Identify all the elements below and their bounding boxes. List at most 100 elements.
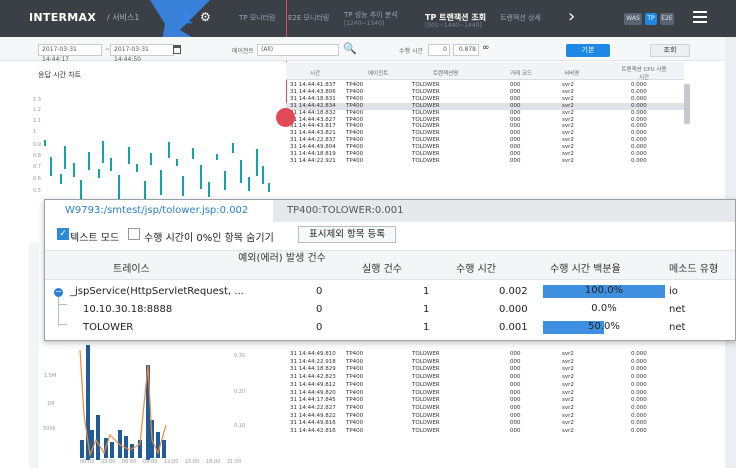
table-cell: 000 <box>510 374 521 381</box>
table-cell: TOLOWER <box>412 428 440 434</box>
nav-tp-monitoring[interactable]: TP 모니터링 <box>239 13 275 23</box>
e2e-button[interactable]: E2E <box>660 13 674 25</box>
table-cell: 0.000 <box>631 144 647 151</box>
table-row[interactable]: 31 14:44:17.845 TP400 TOLOWER 000 svr2 0.000 <box>286 397 684 404</box>
table-cell: 000 <box>510 397 521 404</box>
col-percent[interactable]: 수행 시간 백분율 <box>550 260 621 275</box>
table-cell: 000 <box>510 123 521 130</box>
scatter-point <box>200 165 202 189</box>
table-row[interactable]: 31 14:44:22.827 TP400 TOLOWER 000 svr2 0.000 <box>286 405 684 412</box>
table-row[interactable]: 31 14:44:22.921 TP400 TOLOWER 000 svr2 0.000 <box>286 158 684 165</box>
table-cell: 000 <box>510 404 521 411</box>
col-elapsed[interactable]: 수행 시간 <box>456 260 496 275</box>
table-row[interactable]: − _jspService(HttpServletRequest, ... 0 … <box>45 284 735 302</box>
agent-select[interactable]: (All) <box>257 44 339 56</box>
percent-bar: 100.0% <box>543 285 665 298</box>
popup-tab-bar: W9793:/smtest/jsp/tolower.jsp:0.002 TP40… <box>45 200 735 222</box>
table-cell: 31 14:44:49.816 <box>290 420 336 427</box>
table-row[interactable]: 31 14:44:18.829 TP400 TOLOWER 000 svr2 0.000 <box>286 366 684 373</box>
scatter-point <box>232 143 234 153</box>
table-row[interactable]: 10.10.30.18:8888 0 1 0.000 0.0% net <box>45 302 735 320</box>
method-type: net <box>669 322 686 333</box>
table-cell: 31 14:44:43.821 <box>290 130 336 137</box>
register-exclusion-button[interactable]: 표시제외 항목 등록 <box>298 226 396 243</box>
exec-from-input[interactable]: 0 <box>428 44 450 56</box>
table-row[interactable]: 31 14:44:49.812 TP400 TOLOWER 000 svr2 0.000 <box>286 382 684 389</box>
apply-button[interactable]: 기본 <box>566 44 610 57</box>
search-icon[interactable]: 🔍 <box>343 42 357 55</box>
col-server[interactable]: 서버명 <box>564 69 579 77</box>
table-cell: svr2 <box>562 412 574 419</box>
nav-transaction-detail[interactable]: 트랜잭션 상세 <box>500 13 541 23</box>
percent-text: 0.0% <box>591 303 617 314</box>
table-cell: TP400 <box>346 374 364 381</box>
table-row[interactable]: 31 14:44:49.822 TP400 TOLOWER 000 svr2 0.000 <box>286 413 684 420</box>
col-cpu-time[interactable]: 트랜잭션 CPU 사용 시간 <box>619 65 669 81</box>
table-row[interactable]: 31 14:44:49.816 TP400 TOLOWER 000 svr2 0.000 <box>286 420 684 427</box>
table-cell: svr2 <box>562 116 574 123</box>
table-cell: 0.000 <box>631 157 647 164</box>
col-txn-name[interactable]: 트랜잭션명 <box>433 69 458 77</box>
hide-zero-checkbox[interactable] <box>128 228 140 240</box>
nav-e2e-monitoring[interactable]: E2E 모니터링 <box>288 13 329 23</box>
table-cell: TOLOWER <box>412 358 440 365</box>
table-cell: svr2 <box>562 358 574 365</box>
percent-text: 50.0% <box>588 321 620 332</box>
tp-button[interactable]: TP <box>645 13 657 25</box>
table-row[interactable]: 31 14:44:42.816 TP400 TOLOWER 000 svr2 0.000 <box>286 428 684 435</box>
table-cell: 31 14:44:22.837 <box>290 137 336 144</box>
tab-jsp-label[interactable]: W9793:/smtest/jsp/tolower.jsp:0.002 <box>65 205 248 216</box>
table-row[interactable]: 31 14:44:22.918 TP400 TOLOWER 000 svr2 0.000 <box>286 359 684 366</box>
scatter-point <box>176 159 178 166</box>
menu-icon[interactable] <box>693 11 707 23</box>
chevron-right-icon[interactable]: › <box>568 6 575 27</box>
table-cell: 31 14:44:22.918 <box>290 358 336 365</box>
scatter-point <box>88 152 90 170</box>
col-count[interactable]: 실행 건수 <box>362 260 402 275</box>
exception-count: 0 <box>316 286 323 297</box>
nav-tp-trend[interactable]: TP 성능 추이 분석 <box>344 10 398 20</box>
table-row[interactable]: TOLOWER 0 1 0.001 50.0% net <box>45 320 735 338</box>
table-cell: TOLOWER <box>412 366 440 373</box>
y-tick-left: 500k <box>43 426 56 432</box>
table-cell: TP400 <box>346 351 364 357</box>
table-row[interactable]: 31 14:44:49.820 TP400 TOLOWER 000 svr2 0.000 <box>286 390 684 397</box>
col-method[interactable]: 메소드 유형 <box>669 260 718 275</box>
scatter-point <box>262 166 264 184</box>
x-tick: 09:00 <box>143 459 158 465</box>
table-cell: 0.000 <box>631 366 647 373</box>
collapse-icon[interactable]: − <box>54 288 63 297</box>
scatter-point <box>182 176 184 196</box>
percent-text: 100.0% <box>584 285 624 296</box>
table-cell: svr2 <box>562 109 574 116</box>
table-scrollbar[interactable] <box>684 84 690 124</box>
table-cell: 0.000 <box>631 358 647 365</box>
text-mode-checkbox[interactable]: ✓ <box>57 228 69 240</box>
table-cell: 000 <box>510 358 521 365</box>
infinity-label[interactable]: ∞ <box>482 43 490 53</box>
was-button[interactable]: WAS <box>624 13 642 25</box>
col-trace[interactable]: 트레이스 <box>113 260 150 275</box>
col-time[interactable]: 시간 <box>310 69 320 77</box>
table-cell: TOLOWER <box>412 374 440 381</box>
col-exception[interactable]: 예외(에러) 발생 건수 <box>231 253 333 264</box>
from-time-input[interactable]: 2017-03-31 14:44:17 <box>38 44 102 63</box>
tab-tp-label[interactable]: TP400:TOLOWER:0.001 <box>287 205 404 216</box>
calendar-icon[interactable] <box>173 45 181 54</box>
table-cell: TP400 <box>346 420 364 427</box>
table-cell: 000 <box>510 389 521 396</box>
search-button[interactable]: 조회 <box>650 44 690 57</box>
table-cell: TP400 <box>346 123 364 130</box>
to-time-input[interactable]: 2017-03-31 14:44:50 <box>110 44 174 63</box>
table-row[interactable]: 31 14:44:42.823 TP400 TOLOWER 000 svr2 0.000 <box>286 374 684 381</box>
col-agent[interactable]: 에이전트 <box>368 69 388 77</box>
table-cell: 31 14:44:49.804 <box>290 144 336 151</box>
exception-count: 0 <box>316 304 323 315</box>
table-cell: TOLOWER <box>412 420 440 427</box>
col-txn-code[interactable]: 거래 코드 <box>510 69 532 77</box>
table-cell: 31 14:44:18.819 <box>290 151 336 157</box>
table-row[interactable]: 31 14:44:49.810 TP400 TOLOWER 000 svr2 0.000 <box>286 351 684 358</box>
exec-to-input[interactable]: 0.878 <box>453 44 479 56</box>
y-tick: 0.9 <box>33 142 41 148</box>
y-tick-right: 0.10 <box>234 423 246 429</box>
